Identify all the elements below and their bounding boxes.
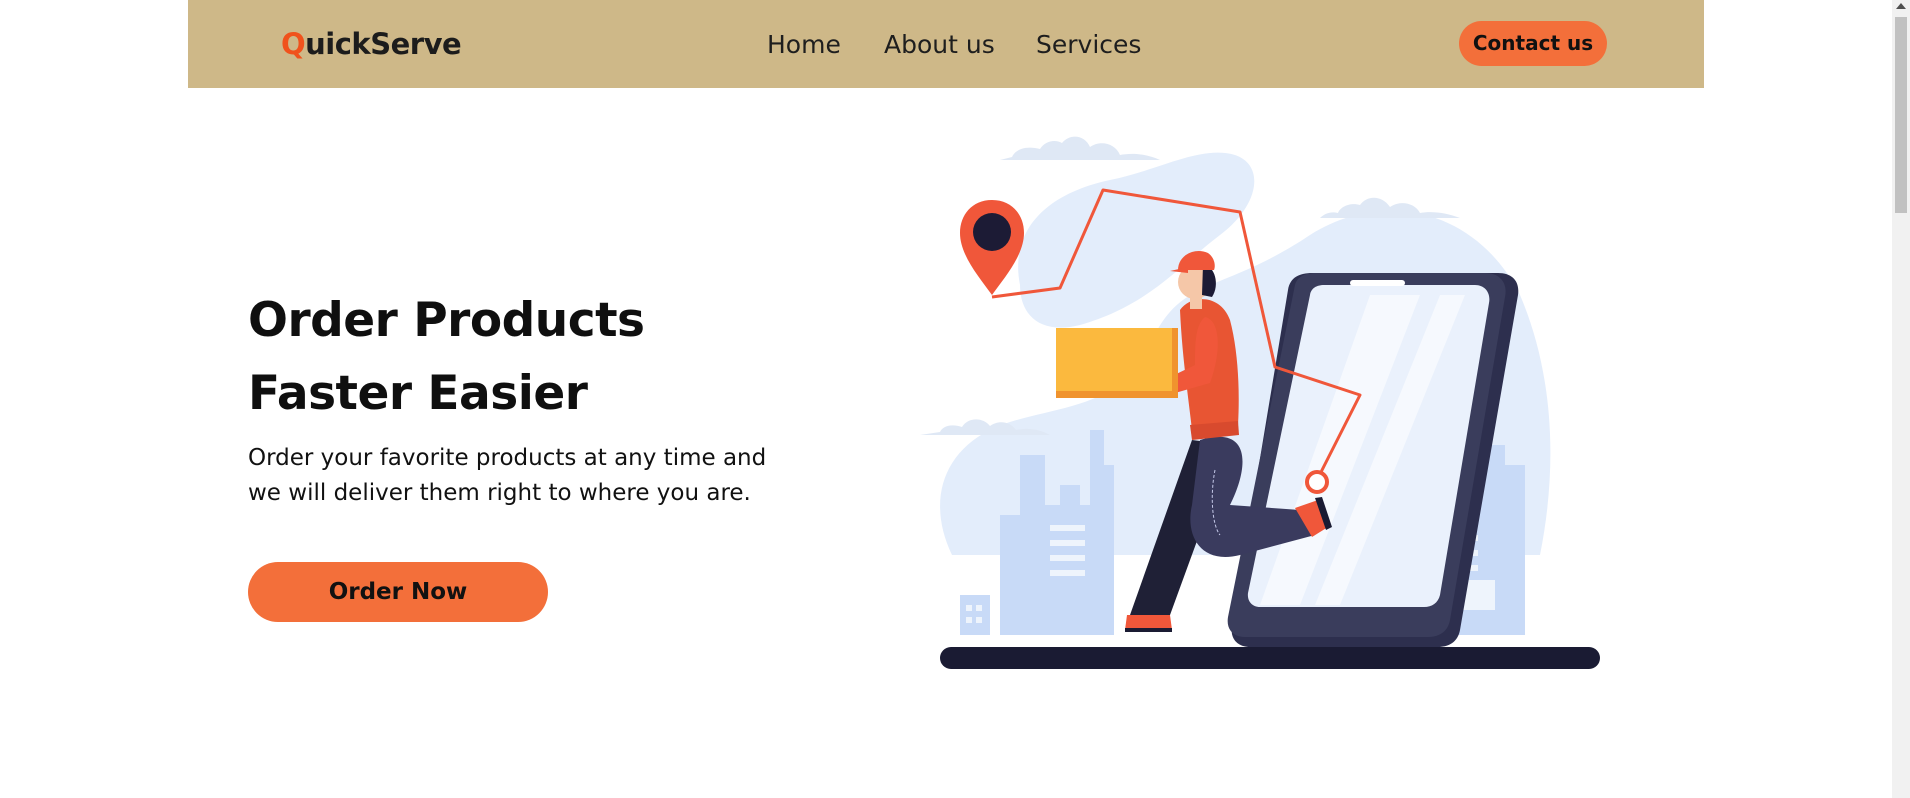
hero-description: Order your favorite products at any time… [248,445,767,506]
hero-title-line-2: Faster Easier [248,366,588,421]
scroll-up-arrow-icon[interactable] [1896,3,1906,9]
page: QuickServe Home About us Services Contac… [188,0,1704,798]
location-pin-icon [960,200,1024,295]
vertical-scrollbar[interactable] [1892,0,1910,798]
navbar: QuickServe Home About us Services Contac… [188,0,1704,88]
order-now-button[interactable]: Order Now [248,562,548,622]
route-end-point [1305,470,1329,494]
cloud-icon [1000,136,1160,160]
package-box [1056,328,1178,398]
brand-logo-initial: Q [281,27,306,61]
nav-link-home[interactable]: Home [767,30,841,59]
nav-link-about-us[interactable]: About us [884,30,995,59]
hero-title-line-1: Order Products [248,293,645,348]
nav-link-services[interactable]: Services [1036,30,1141,59]
brand-logo[interactable]: QuickServe [281,27,462,61]
contact-us-button[interactable]: Contact us [1459,21,1607,66]
hero-title: Order Products Faster Easier [248,284,645,430]
scrollbar-thumb[interactable] [1895,17,1907,213]
cloud-icon [1320,197,1460,218]
ground-line [940,647,1600,669]
brand-logo-text: uickServe [305,27,462,61]
delivery-illustration [920,136,1600,669]
